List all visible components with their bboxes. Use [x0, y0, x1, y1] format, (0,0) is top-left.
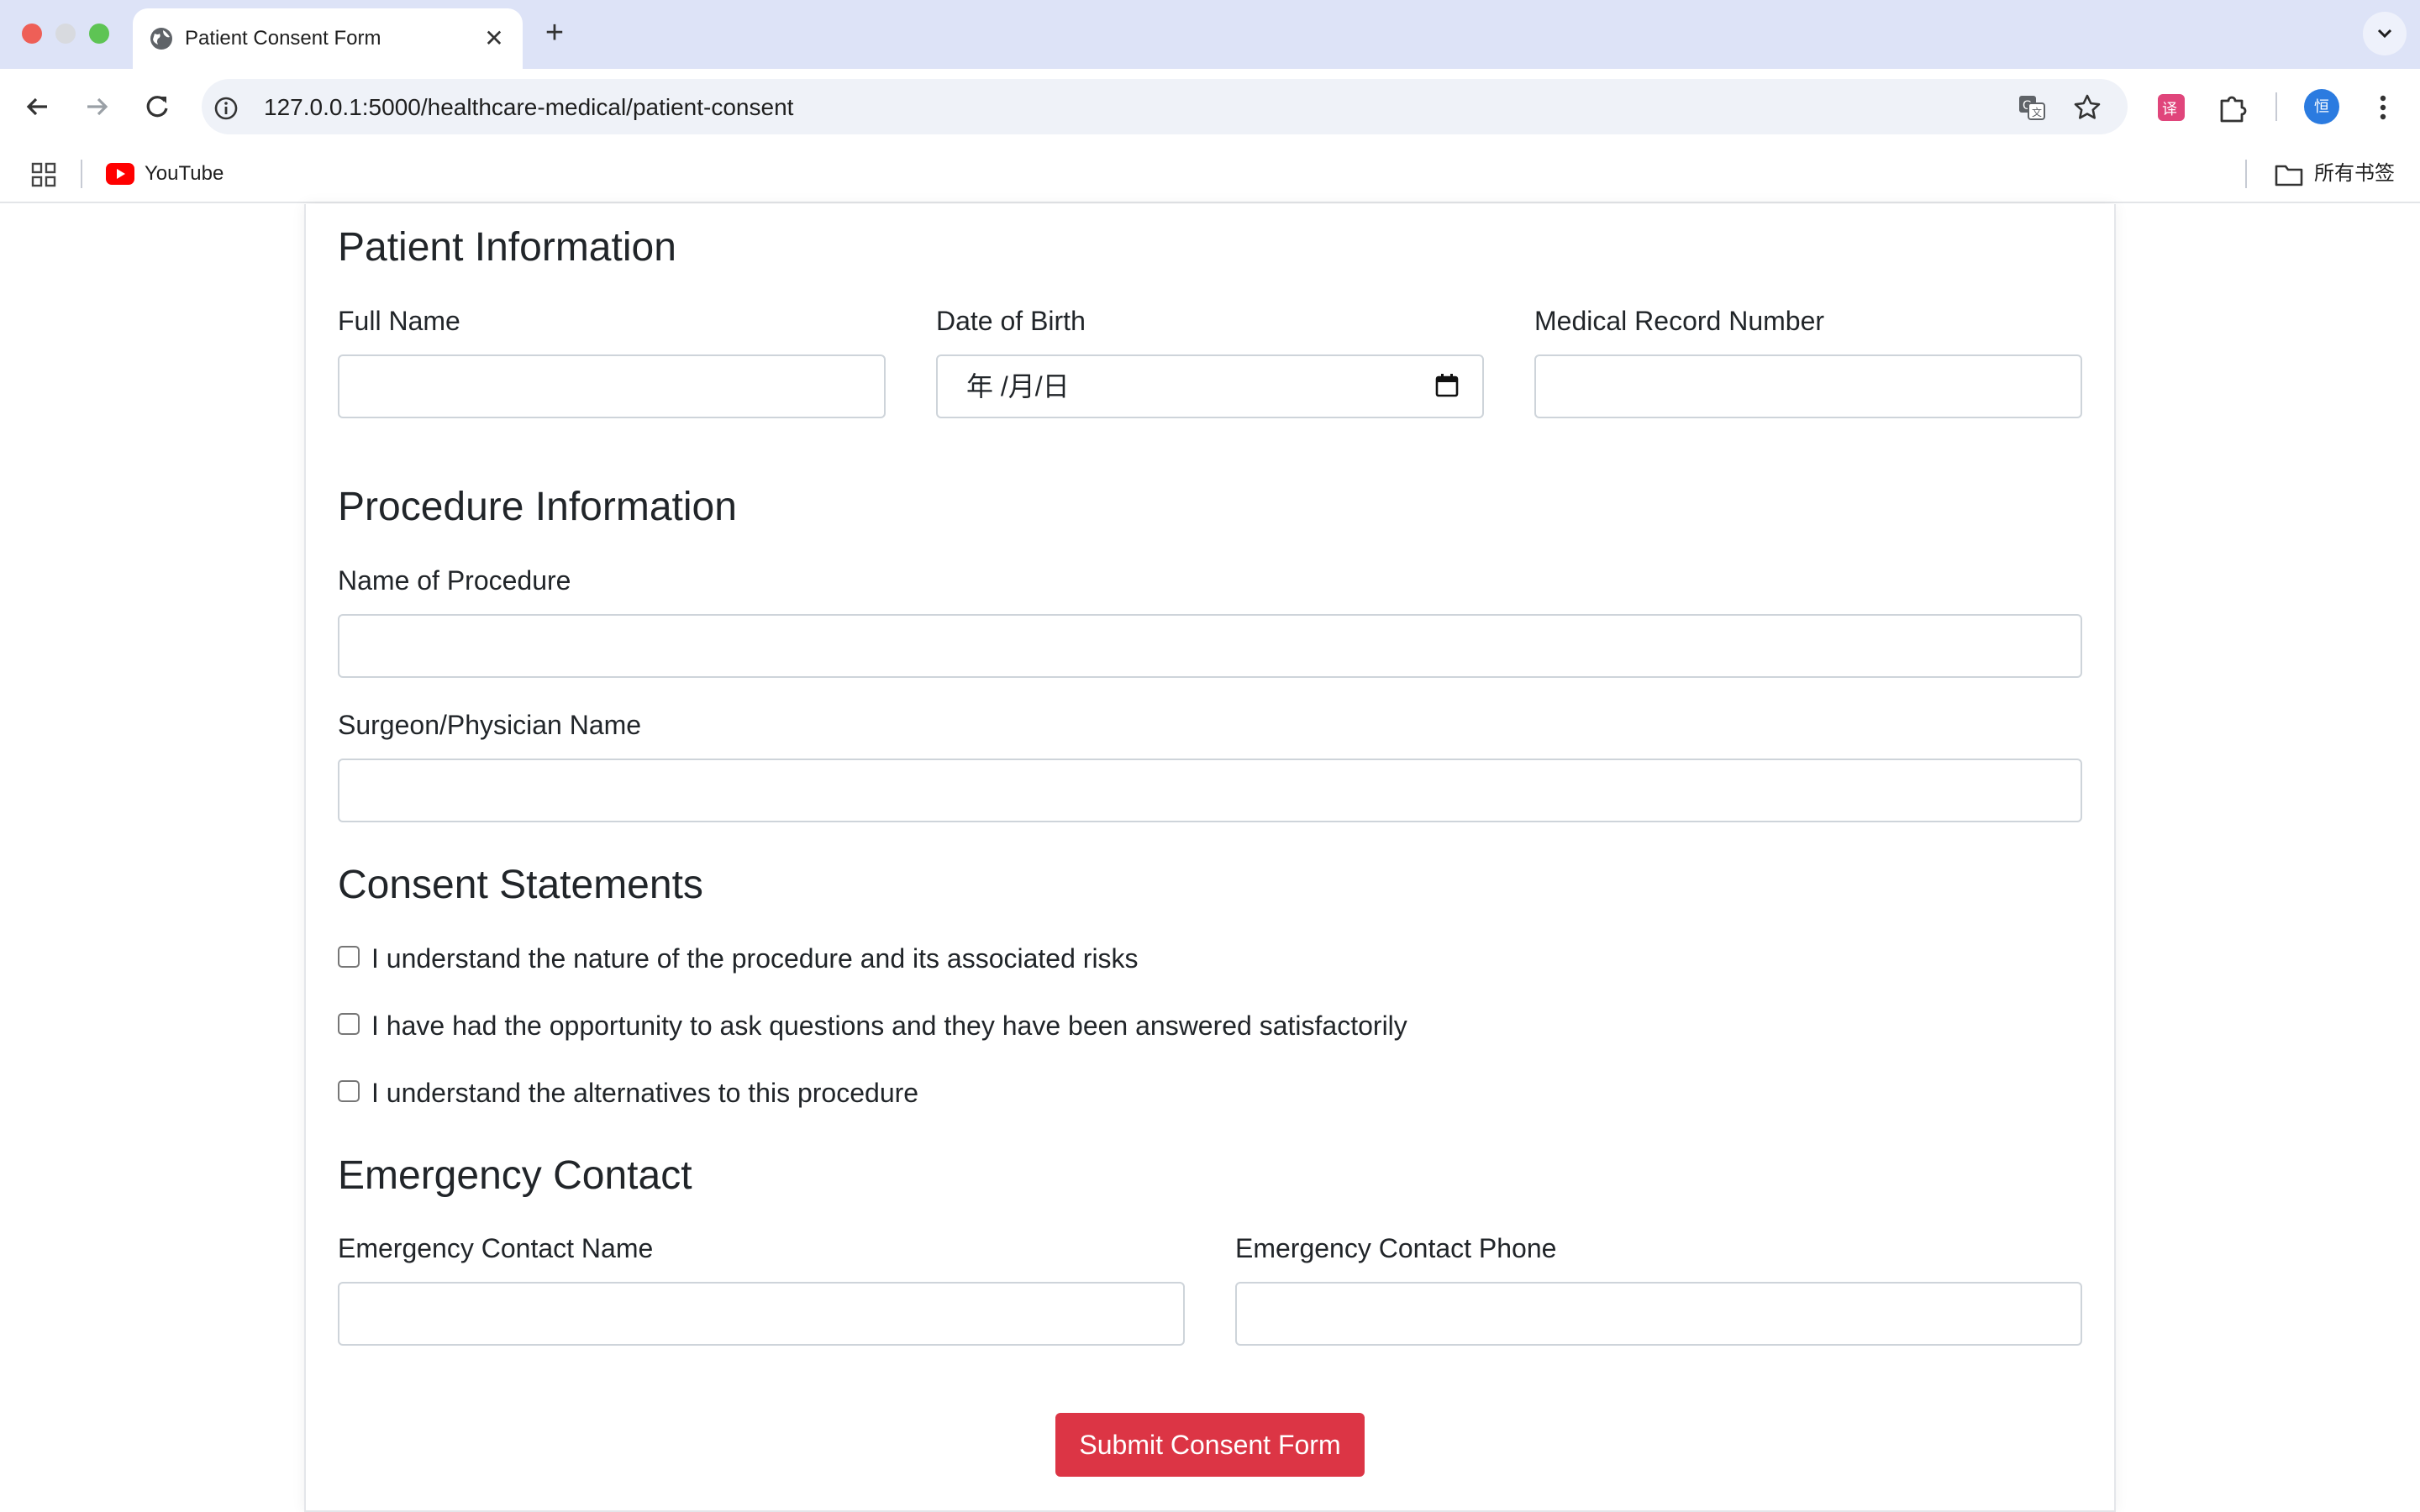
translator-extension-icon[interactable]: 译: [2153, 89, 2190, 126]
full-name-label: Full Name: [338, 306, 460, 336]
svg-text:译: 译: [2162, 101, 2177, 118]
procedure-name-input[interactable]: [338, 614, 2082, 678]
consent-checkbox-risks[interactable]: [338, 946, 360, 968]
consent-label-risks[interactable]: I understand the nature of the procedure…: [371, 942, 1139, 975]
folder-icon[interactable]: [2274, 161, 2304, 188]
bookmarks-divider: [81, 160, 82, 188]
bookmarks-divider-right: [2245, 160, 2247, 188]
browser-tab-active[interactable]: Patient Consent Form ✕: [133, 8, 523, 69]
svg-text:文: 文: [2032, 106, 2042, 118]
mrn-label: Medical Record Number: [1534, 306, 1825, 336]
all-bookmarks-button[interactable]: 所有书签: [2314, 160, 2395, 188]
site-info-icon[interactable]: [212, 94, 240, 123]
surgeon-name-input[interactable]: [338, 759, 2082, 822]
patient-info-heading: Patient Information: [338, 225, 676, 270]
youtube-icon[interactable]: [106, 163, 134, 185]
tab-title: Patient Consent Form: [185, 27, 381, 50]
emergency-name-label: Emergency Contact Name: [338, 1233, 654, 1263]
calendar-icon[interactable]: [1434, 371, 1460, 398]
window-minimize-button[interactable]: [55, 24, 76, 44]
chevron-down-icon: [2377, 29, 2392, 39]
reload-icon[interactable]: [138, 87, 176, 126]
apps-grid-icon[interactable]: [30, 161, 57, 188]
profile-avatar[interactable]: 恒: [2304, 89, 2339, 124]
window-close-button[interactable]: [22, 24, 42, 44]
translate-icon[interactable]: G文: [2015, 91, 2049, 124]
consent-checkbox-questions[interactable]: [338, 1013, 360, 1035]
forward-arrow-icon[interactable]: [77, 87, 116, 126]
consent-statements-heading: Consent Statements: [338, 863, 703, 907]
back-arrow-icon[interactable]: [18, 87, 57, 126]
bookmark-star-icon[interactable]: [2070, 91, 2104, 124]
dob-label: Date of Birth: [936, 306, 1086, 336]
address-url[interactable]: 127.0.0.1:5000/healthcare-medical/patien…: [264, 91, 793, 124]
consent-checkbox-alternatives[interactable]: [338, 1080, 360, 1102]
bookmarks-bar: [0, 144, 2420, 203]
emergency-phone-label: Emergency Contact Phone: [1235, 1233, 1557, 1263]
new-tab-button[interactable]: +: [539, 17, 570, 49]
window-maximize-button[interactable]: [89, 24, 109, 44]
more-menu-icon[interactable]: [2365, 89, 2402, 126]
procedure-info-heading: Procedure Information: [338, 485, 737, 529]
emergency-name-input[interactable]: [338, 1282, 1185, 1346]
submit-consent-button[interactable]: Submit Consent Form: [1055, 1413, 1365, 1477]
procedure-name-label: Name of Procedure: [338, 565, 571, 596]
tab-close-icon[interactable]: ✕: [481, 25, 508, 52]
consent-label-questions[interactable]: I have had the opportunity to ask questi…: [371, 1009, 1407, 1042]
bookmark-youtube[interactable]: YouTube: [145, 160, 224, 188]
extensions-puzzle-icon[interactable]: [2213, 89, 2250, 126]
mrn-input[interactable]: [1534, 354, 2082, 418]
surgeon-name-label: Surgeon/Physician Name: [338, 710, 642, 740]
toolbar-divider: [2275, 92, 2277, 121]
consent-label-alternatives[interactable]: I understand the alternatives to this pr…: [371, 1076, 918, 1110]
dob-placeholder[interactable]: 年 /月/日: [966, 370, 1070, 403]
emergency-phone-input[interactable]: [1235, 1282, 2082, 1346]
full-name-input[interactable]: [338, 354, 886, 418]
tab-search-button[interactable]: [2363, 12, 2407, 55]
emergency-contact-heading: Emergency Contact: [338, 1153, 692, 1198]
globe-icon: [150, 28, 172, 50]
